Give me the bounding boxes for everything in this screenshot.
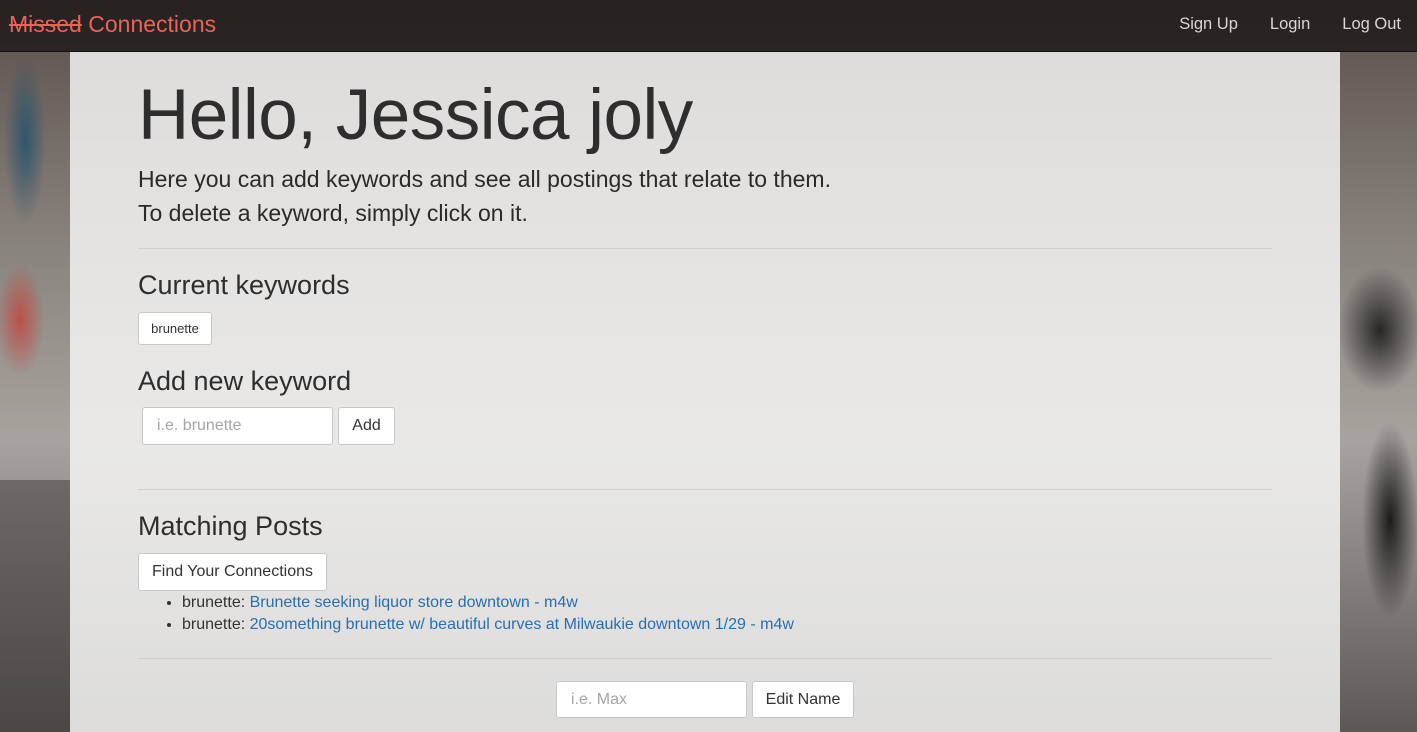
background-curb [0,480,70,732]
add-keyword-button[interactable]: Add [338,407,395,445]
brand-rest: Connections [81,11,217,37]
find-connections-button[interactable]: Find Your Connections [138,553,327,591]
intro-text: Here you can add keywords and see all po… [138,162,831,230]
add-keyword-heading: Add new keyword [138,366,352,396]
post-link[interactable]: 20something brunette w/ beautiful curves… [250,616,794,633]
edit-name-button[interactable]: Edit Name [752,681,854,718]
keyword-tag-brunette[interactable]: brunette [138,312,212,345]
matching-posts-heading: Matching Posts [138,511,323,541]
nav-logout-link[interactable]: Log Out [1326,0,1417,52]
divider [138,248,1272,249]
post-keyword: brunette: [182,594,246,611]
intro-line-2: To delete a keyword, simply click on it. [138,200,528,226]
name-input[interactable] [556,681,747,718]
post-link[interactable]: Brunette seeking liquor store downtown -… [250,594,578,611]
post-keyword: brunette: [182,616,246,633]
list-item: brunette: 20something brunette w/ beauti… [182,614,794,636]
intro-line-1: Here you can add keywords and see all po… [138,166,831,192]
nav-links: Sign Up Login Log Out [1163,0,1417,52]
main-panel: Hello, Jessica joly Here you can add key… [70,52,1340,732]
brand-logo[interactable]: Missed Connections [9,11,216,38]
keyword-input[interactable] [142,407,333,445]
navbar: Missed Connections Sign Up Login Log Out [0,0,1417,52]
divider [138,658,1272,659]
current-keywords-heading: Current keywords [138,270,350,300]
page-title: Hello, Jessica joly [138,76,693,155]
list-item: brunette: Brunette seeking liquor store … [182,592,794,614]
matching-posts-list: brunette: Brunette seeking liquor store … [182,592,794,636]
brand-struck-word: Missed [9,11,82,37]
nav-signup-link[interactable]: Sign Up [1163,0,1254,52]
nav-login-link[interactable]: Login [1254,0,1326,52]
divider [138,489,1272,490]
